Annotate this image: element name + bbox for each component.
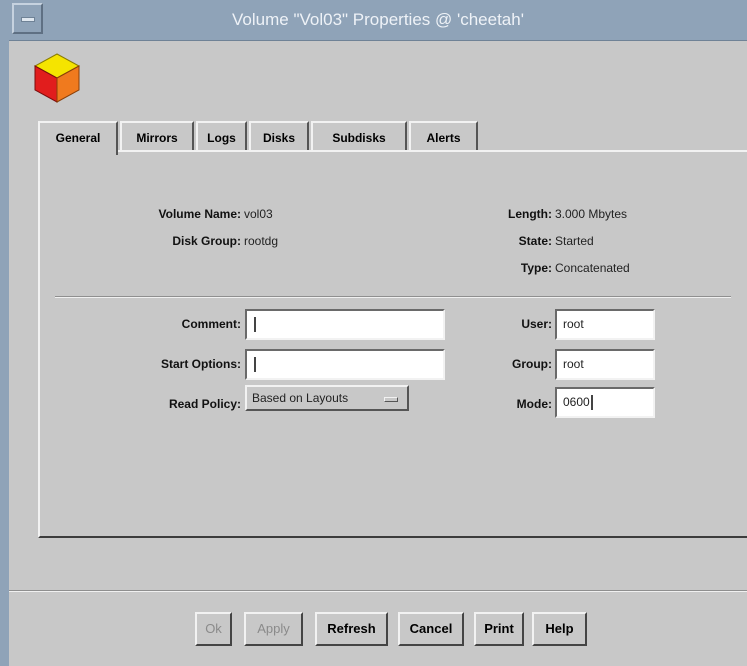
mode-label: Mode: bbox=[516, 397, 552, 411]
refresh-button[interactable]: Refresh bbox=[315, 612, 388, 646]
group-label: Group: bbox=[512, 357, 552, 371]
tab-alerts[interactable]: Alerts bbox=[409, 121, 478, 152]
volume-name-label: Volume Name: bbox=[158, 207, 241, 221]
tab-disks[interactable]: Disks bbox=[249, 121, 309, 152]
disk-group-value: rootdg bbox=[244, 234, 279, 248]
disk-group-label: Disk Group: bbox=[172, 234, 241, 248]
text-cursor bbox=[590, 395, 593, 411]
tab-subdisks[interactable]: Subdisks bbox=[311, 121, 407, 152]
text-cursor bbox=[254, 357, 256, 373]
button-area-divider bbox=[9, 590, 747, 592]
length-label: Length: bbox=[508, 207, 552, 221]
start-options-label: Start Options: bbox=[161, 357, 241, 371]
comment-field[interactable] bbox=[245, 309, 445, 340]
section-divider bbox=[55, 296, 731, 298]
state-label: State: bbox=[518, 234, 552, 248]
tab-general[interactable]: General bbox=[38, 121, 118, 155]
volume-name-value: vol03 bbox=[244, 207, 273, 221]
window-title: Volume "Vol03" Properties @ 'cheetah' bbox=[232, 10, 524, 29]
text-cursor bbox=[254, 317, 256, 333]
volume-cube-icon bbox=[33, 53, 81, 103]
comment-label: Comment: bbox=[181, 317, 241, 331]
mode-text: 0600 bbox=[563, 395, 590, 409]
type-label: Type: bbox=[520, 261, 552, 275]
option-menu-indicator-icon bbox=[384, 397, 398, 402]
group-text: root bbox=[563, 357, 584, 371]
tab-logs[interactable]: Logs bbox=[196, 121, 247, 152]
print-button[interactable]: Print bbox=[474, 612, 524, 646]
cancel-button[interactable]: Cancel bbox=[398, 612, 464, 646]
read-policy-value: Based on Layouts bbox=[252, 391, 349, 405]
user-label: User: bbox=[521, 317, 552, 331]
mode-field[interactable]: 0600 bbox=[555, 387, 655, 418]
start-options-field[interactable] bbox=[245, 349, 445, 380]
user-field[interactable]: root bbox=[555, 309, 655, 340]
read-policy-option-menu[interactable]: Based on Layouts bbox=[245, 385, 409, 411]
title-bar[interactable]: Volume "Vol03" Properties @ 'cheetah' bbox=[9, 0, 747, 41]
group-field[interactable]: root bbox=[555, 349, 655, 380]
length-value: 3.000 Mbytes bbox=[555, 207, 628, 221]
user-text: root bbox=[563, 317, 584, 331]
help-button[interactable]: Help bbox=[532, 612, 587, 646]
state-value: Started bbox=[555, 234, 594, 248]
properties-window: Volume "Vol03" Properties @ 'cheetah' Ge… bbox=[0, 0, 747, 666]
apply-button[interactable]: Apply bbox=[244, 612, 303, 646]
ok-button[interactable]: Ok bbox=[195, 612, 232, 646]
type-value: Concatenated bbox=[555, 261, 630, 275]
read-policy-label: Read Policy: bbox=[168, 397, 241, 411]
tab-mirrors[interactable]: Mirrors bbox=[120, 121, 194, 152]
